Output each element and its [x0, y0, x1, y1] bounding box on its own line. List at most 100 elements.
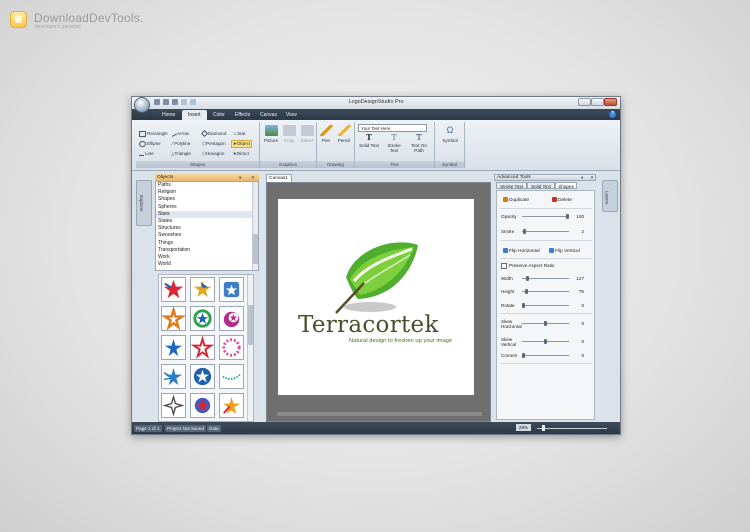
tab-insert[interactable]: Insert: [182, 110, 207, 120]
preserve-aspect-checkbox[interactable]: [501, 263, 507, 269]
duplicate-button[interactable]: Duplicate: [503, 197, 529, 203]
star-thumbnail[interactable]: [190, 393, 215, 418]
tab-view[interactable]: View: [286, 112, 297, 118]
objects-scroll-thumb[interactable]: [253, 234, 258, 264]
zoom-slider[interactable]: [537, 428, 607, 429]
triangle-tool[interactable]: △Triangle: [171, 151, 191, 157]
star-thumbnail[interactable]: [161, 393, 186, 418]
stroke-slider-thumb[interactable]: [522, 229, 526, 234]
skew-horizontal-slider-thumb[interactable]: [544, 321, 547, 326]
star-thumbnail[interactable]: [219, 306, 244, 331]
list-item[interactable]: Things: [156, 240, 258, 247]
corners-slider-thumb[interactable]: [522, 353, 525, 358]
tab-shapes[interactable]: Shapes: [555, 182, 577, 189]
star-thumbnail[interactable]: [161, 364, 186, 389]
maximize-button[interactable]: [591, 98, 604, 106]
list-item[interactable]: States: [156, 218, 258, 225]
objects-scrollbar[interactable]: [252, 182, 258, 270]
list-item[interactable]: Shapes: [156, 196, 258, 203]
stroke-slider[interactable]: [522, 231, 569, 232]
diamond-tool[interactable]: Diamond: [200, 130, 226, 138]
star-thumbnail[interactable]: [161, 277, 186, 302]
panel-close-icon[interactable]: ✕: [590, 175, 594, 181]
height-slider[interactable]: [522, 291, 569, 292]
gallery-scrollbar[interactable]: [247, 275, 253, 421]
explorer-side-tab[interactable]: Explorer: [136, 180, 152, 226]
canvas-hscrollbar[interactable]: [277, 412, 482, 416]
tab-color[interactable]: Color: [213, 112, 225, 118]
list-item[interactable]: Religion: [156, 189, 258, 196]
drawing-group: Pen Pencil Drawing: [317, 122, 355, 168]
direct-select-tool[interactable]: ➤Direct: [233, 151, 249, 157]
panel-pin-icon[interactable]: ▾: [581, 175, 583, 181]
panel-dropdown-icon[interactable]: ▾: [239, 174, 241, 181]
polyline-tool[interactable]: ⟋Polyline: [171, 141, 190, 146]
list-item[interactable]: Work: [156, 254, 258, 261]
symbol-button[interactable]: Ω Symbol: [439, 125, 461, 155]
skew-vertical-slider-thumb[interactable]: [544, 339, 547, 344]
line-tool[interactable]: Line: [139, 151, 154, 157]
opacity-slider-thumb[interactable]: [566, 214, 569, 219]
minimize-button[interactable]: [578, 98, 591, 106]
picture-icon: [264, 125, 278, 136]
star-thumbnail[interactable]: [190, 277, 215, 302]
height-slider-thumb[interactable]: [524, 289, 528, 294]
width-slider-thumb[interactable]: [526, 276, 530, 281]
shapes-properties: Duplicate Delete Opacity 100 Stroke 2 Fl…: [496, 190, 595, 420]
text-on-path-button[interactable]: T Text On Path: [408, 134, 430, 156]
height-value: 75: [578, 289, 584, 294]
ellipse-tool[interactable]: Ellipse: [139, 141, 161, 147]
list-item[interactable]: Stars: [156, 210, 258, 218]
star-thumbnail[interactable]: [190, 335, 215, 360]
solid-text-button[interactable]: T Solid Text: [358, 133, 380, 156]
list-item[interactable]: Swooshes: [156, 232, 258, 239]
list-item[interactable]: Structures: [156, 225, 258, 232]
panel-close-icon[interactable]: ✕: [251, 174, 255, 181]
gallery-scroll-thumb[interactable]: [248, 305, 253, 345]
delete-button[interactable]: Delete: [552, 197, 572, 203]
zoom-slider-thumb[interactable]: [542, 425, 545, 431]
rectangle-tool[interactable]: Rectangle: [139, 131, 168, 137]
ribbon: Rectangle Arrow Diamond ☆Star Ellipse ⟋P…: [132, 120, 620, 171]
rotate-slider[interactable]: [522, 305, 569, 306]
corners-slider[interactable]: [522, 355, 569, 356]
stroke-text-button[interactable]: T Stroke Text: [383, 134, 405, 156]
opacity-slider[interactable]: [522, 216, 569, 217]
tab-solid-text[interactable]: Solid Text: [527, 182, 555, 189]
tab-canvas1[interactable]: Canvas1: [266, 174, 292, 182]
star-tool[interactable]: ☆Star: [233, 131, 246, 137]
tab-effects[interactable]: Effects: [235, 112, 250, 118]
canvas-page[interactable]: Terracortek Natural design to freshen up…: [278, 199, 474, 395]
flip-horizontal-button[interactable]: Flip Horizontal: [503, 248, 540, 254]
width-slider[interactable]: [522, 278, 569, 279]
star-thumbnail[interactable]: [190, 306, 215, 331]
tab-home[interactable]: Home: [162, 112, 175, 118]
tab-canvas[interactable]: Canvas: [260, 112, 277, 118]
list-item[interactable]: Paths: [156, 182, 258, 189]
pencil-button[interactable]: Pencil: [333, 125, 355, 155]
star-thumbnail[interactable]: [219, 364, 244, 389]
text-input[interactable]: Your Text Here: [358, 124, 427, 132]
star-thumbnail[interactable]: [219, 393, 244, 418]
star-thumbnail[interactable]: [219, 277, 244, 302]
star-thumbnail[interactable]: [219, 335, 244, 360]
star-thumbnail[interactable]: [160, 305, 187, 331]
star-thumbnail[interactable]: [161, 335, 186, 360]
layers-side-tab[interactable]: Layers: [602, 180, 618, 212]
hexagon-tool[interactable]: ⬡Hexagon: [202, 151, 224, 157]
list-item[interactable]: World: [156, 261, 258, 268]
list-item[interactable]: Transportation: [156, 247, 258, 254]
drawing-group-label: Drawing: [317, 161, 354, 168]
star-thumbnail[interactable]: [190, 364, 215, 389]
arrow-tool[interactable]: Arrow: [170, 130, 189, 138]
app-menu-orb[interactable]: [135, 98, 149, 112]
rotate-slider-thumb[interactable]: [522, 303, 525, 308]
list-item[interactable]: Spheres: [156, 204, 258, 211]
flip-vertical-button[interactable]: Flip Vertical: [549, 248, 580, 254]
pentagon-tool[interactable]: ⬠Pentagon: [202, 141, 226, 147]
tab-stroke-text[interactable]: Stroke Text: [496, 182, 527, 189]
close-button[interactable]: [604, 98, 617, 106]
zoom-level[interactable]: 28%: [516, 424, 531, 431]
help-icon[interactable]: ?: [609, 111, 616, 118]
object-tool[interactable]: ➤Object: [231, 140, 253, 148]
